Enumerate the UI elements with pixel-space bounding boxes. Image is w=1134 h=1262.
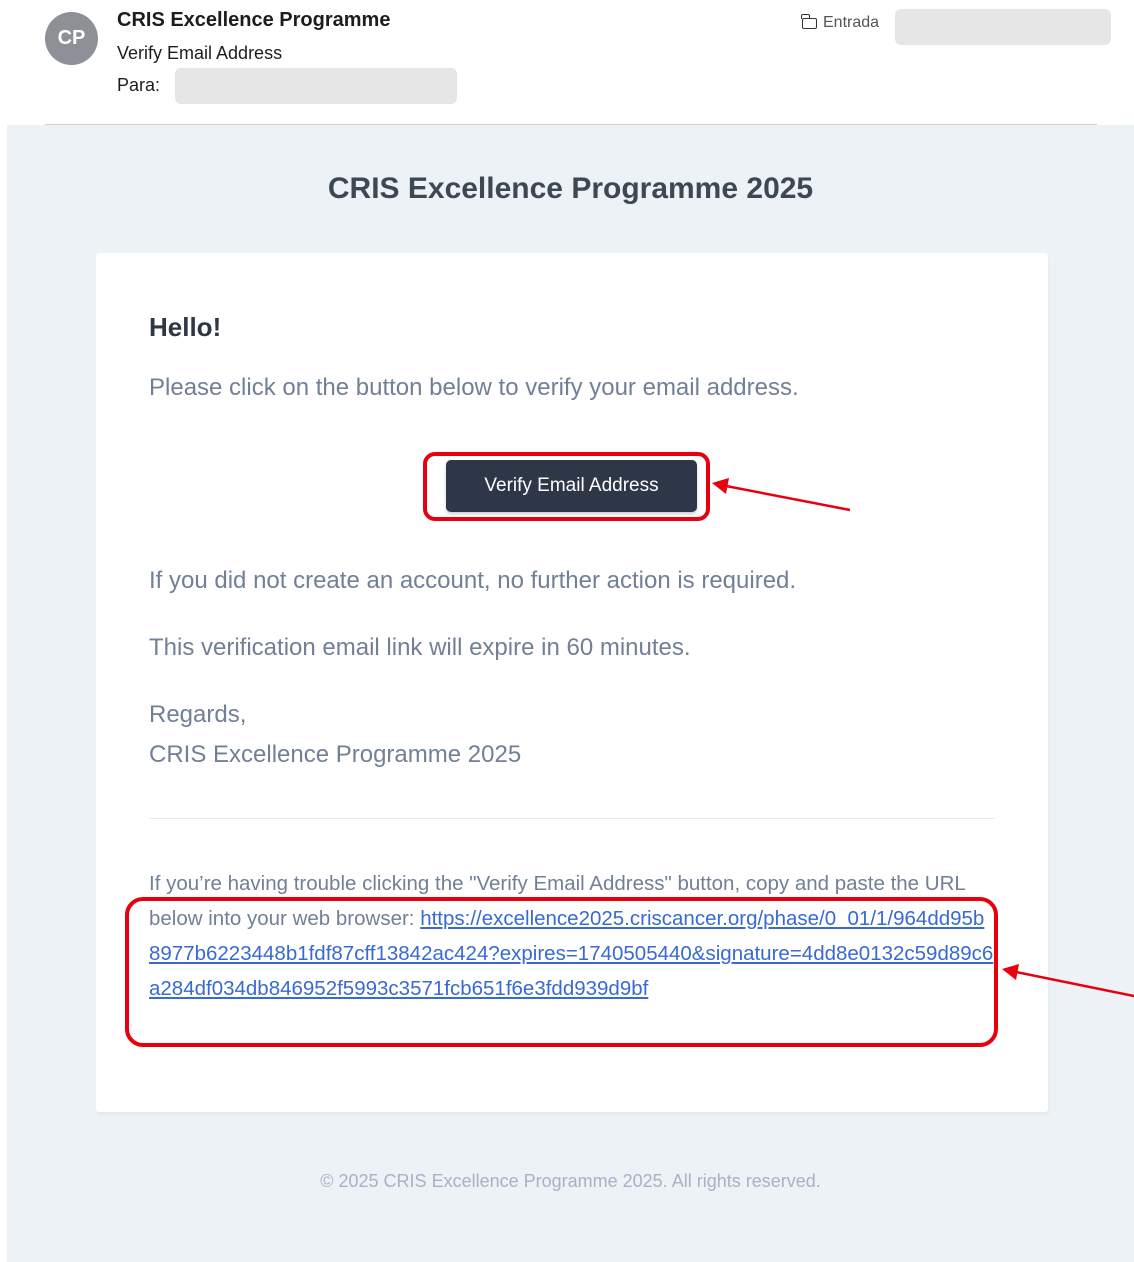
annotation-box-button [423,452,710,521]
recipient-redacted [175,68,457,104]
sender-name: CRIS Excellence Programme [117,9,391,31]
salutation: Regards, [149,701,247,728]
intro-text: Please click on the button below to veri… [149,374,799,401]
folder-indicator[interactable]: Entrada [801,13,880,32]
folder-redacted [895,9,1111,45]
sender-avatar: CP [45,12,98,65]
annotation-box-link [125,897,998,1047]
signature: CRIS Excellence Programme 2025 [149,741,522,768]
mail-header: CP CRIS Excellence Programme Verify Emai… [0,0,1134,125]
brand-title: CRIS Excellence Programme 2025 [327,172,814,205]
greeting: Hello! [149,312,222,342]
folder-name: Entrada [823,14,880,31]
card-divider [149,818,995,819]
email-subject: Verify Email Address [117,43,283,63]
expire-text: This verification email link will expire… [149,634,691,661]
footer-copyright: © 2025 CRIS Excellence Programme 2025. A… [320,1171,821,1191]
recipient-label: Para: [117,75,161,95]
folder-icon [801,13,817,29]
email-body: CRIS Excellence Programme 2025 Hello! Pl… [7,125,1134,1262]
no-action-text: If you did not create an account, no fur… [149,567,797,594]
